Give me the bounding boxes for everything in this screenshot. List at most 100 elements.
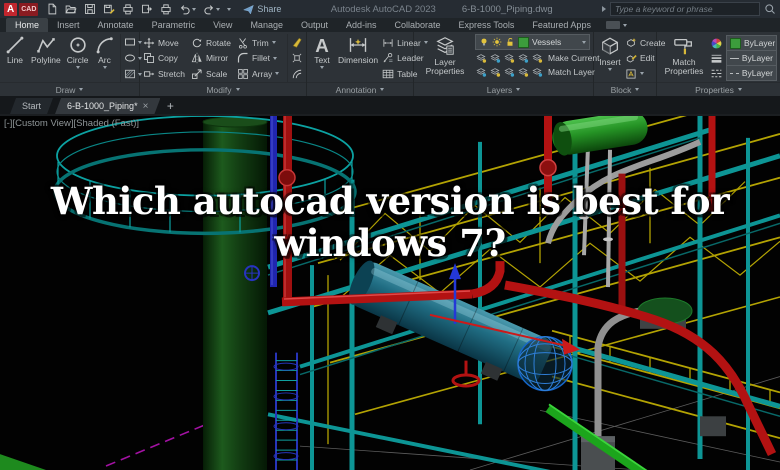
panel-label-modify[interactable]: Modify (140, 82, 306, 96)
layer-tool-icon[interactable] (517, 52, 529, 64)
viewport-view-control[interactable]: [Custom View] (12, 118, 73, 129)
layer-color-swatch[interactable] (518, 36, 529, 48)
linetype-dropdown[interactable]: ByLayer (726, 65, 777, 81)
arc-flyout-icon[interactable] (102, 65, 107, 69)
viewport-pane-control[interactable]: [-] (4, 118, 12, 129)
dimension-tool[interactable]: Dimension (336, 34, 380, 82)
erase-tool[interactable] (291, 36, 303, 48)
search-input[interactable] (610, 2, 760, 16)
tab-parametric[interactable]: Parametric (143, 18, 205, 32)
new-drawing-tab-icon[interactable]: + (162, 98, 178, 114)
tab-manage[interactable]: Manage (241, 18, 292, 32)
lineweight-dropdown[interactable]: ByLayer (726, 50, 777, 66)
explode-icon (291, 52, 303, 64)
layer-properties-button[interactable]: Layer Properties (417, 34, 473, 82)
color-wheel-icon[interactable] (710, 37, 723, 50)
panel-label-layers[interactable]: Layers (414, 82, 593, 96)
layer-on-icon[interactable] (479, 37, 489, 47)
arc-tool[interactable]: Arc (93, 34, 117, 82)
tab-add-ins[interactable]: Add-ins (337, 18, 386, 32)
layer-tool-icon[interactable] (531, 66, 543, 78)
lineweight-icon[interactable] (710, 52, 723, 65)
file-tab-document[interactable]: 6-B-1000_Piping* × (55, 98, 160, 114)
layer-tool-icon[interactable] (531, 52, 543, 64)
current-layer-name: Vessels (532, 37, 562, 47)
search-expand-icon[interactable] (602, 6, 606, 12)
copy-tool[interactable]: Copy (143, 52, 185, 65)
move-tool[interactable]: Move (143, 36, 185, 49)
open-file-icon[interactable] (65, 3, 77, 15)
match-properties-button[interactable]: Match Properties (660, 34, 708, 82)
ribbon-tab-bar: Home Insert Annotate Parametric View Man… (0, 18, 780, 32)
document-title: 6-B-1000_Piping.dwg (461, 3, 553, 15)
circle-tool[interactable]: Circle (65, 34, 91, 82)
save-icon[interactable] (84, 3, 96, 15)
layer-lock-icon[interactable] (505, 37, 515, 47)
new-file-icon[interactable] (46, 3, 58, 15)
rectangle-tool[interactable] (124, 36, 142, 48)
viewport-visual-style-control[interactable]: [Shaded (Fast)] (74, 118, 139, 129)
export-icon[interactable] (141, 3, 153, 15)
tab-output[interactable]: Output (292, 18, 337, 32)
polyline-tool[interactable]: Polyline (29, 34, 63, 82)
mirror-tool[interactable]: Mirror (191, 52, 231, 65)
make-current-button[interactable]: Make Current (548, 53, 600, 63)
layer-dropdown[interactable]: Vessels (475, 34, 590, 50)
trim-tool[interactable]: Trim (237, 36, 279, 49)
titlebar: A CAD Share Autodesk AutoCAD 2023 6-B-10… (0, 0, 780, 18)
layer-tool-icon[interactable] (475, 66, 487, 78)
layer-tool-icon[interactable] (489, 66, 501, 78)
ribbon-display-toggle[interactable] (605, 18, 627, 32)
share-button[interactable]: Share (243, 4, 281, 15)
offset-tool[interactable] (291, 68, 303, 80)
tab-annotate[interactable]: Annotate (89, 18, 143, 32)
scale-tool[interactable]: Scale (191, 67, 231, 80)
tab-collaborate[interactable]: Collaborate (386, 18, 450, 32)
panel-label-annotation[interactable]: Annotation (307, 82, 413, 96)
close-tab-icon[interactable]: × (143, 101, 149, 112)
stretch-tool[interactable]: Stretch (143, 67, 185, 80)
insert-block-icon (599, 35, 621, 57)
line-tool[interactable]: Line (3, 34, 27, 82)
rotate-tool[interactable]: Rotate (191, 36, 231, 49)
layer-tool-icon[interactable] (503, 66, 515, 78)
drawing-viewport[interactable]: [-] [Custom View] [Shaded (Fast)] Which … (0, 114, 780, 470)
plot-icon[interactable] (122, 3, 134, 15)
tab-home[interactable]: Home (6, 18, 49, 32)
panel-label-properties[interactable]: Properties (657, 82, 780, 96)
insert-block-button[interactable]: Insert (597, 34, 623, 82)
linetype-icon[interactable] (710, 67, 723, 80)
layer-dropdown-caret[interactable] (582, 40, 586, 44)
layer-freeze-icon[interactable] (492, 37, 502, 47)
explode-tool[interactable] (291, 52, 303, 64)
search-icon[interactable] (764, 3, 776, 15)
layer-tool-icon[interactable] (517, 66, 529, 78)
redo-icon[interactable] (203, 3, 221, 15)
match-layer-button[interactable]: Match Layer (548, 67, 595, 77)
object-color-dropdown[interactable]: ByLayer (726, 35, 777, 51)
circle-flyout-icon[interactable] (75, 65, 80, 69)
customize-qat-icon[interactable] (227, 7, 232, 11)
panel-label-draw[interactable]: Draw (0, 82, 139, 96)
layer-tool-icon[interactable] (503, 52, 515, 64)
save-as-icon[interactable] (103, 3, 115, 15)
fillet-tool[interactable]: Fillet (237, 52, 279, 65)
layer-tool-icon[interactable] (475, 52, 487, 64)
print-icon[interactable] (160, 3, 172, 15)
tab-insert[interactable]: Insert (48, 18, 89, 32)
layer-tool-icon[interactable] (489, 52, 501, 64)
app-menu-button[interactable]: A CAD (4, 2, 39, 16)
undo-icon[interactable] (179, 3, 197, 15)
text-tool[interactable]: Text (310, 34, 334, 82)
window-title: Autodesk AutoCAD 2023 6-B-1000_Piping.dw… (285, 4, 598, 15)
mirror-icon (191, 52, 203, 64)
object-color-swatch (730, 37, 741, 49)
ellipse-tool[interactable] (124, 52, 142, 64)
hatch-tool[interactable] (124, 68, 142, 80)
panel-label-block[interactable]: Block (594, 82, 656, 96)
tab-view[interactable]: View (204, 18, 241, 32)
array-tool[interactable]: Array (237, 67, 280, 80)
file-tab-start[interactable]: Start (10, 98, 53, 114)
tab-express-tools[interactable]: Express Tools (450, 18, 524, 32)
tab-featured-apps[interactable]: Featured Apps (523, 18, 600, 32)
